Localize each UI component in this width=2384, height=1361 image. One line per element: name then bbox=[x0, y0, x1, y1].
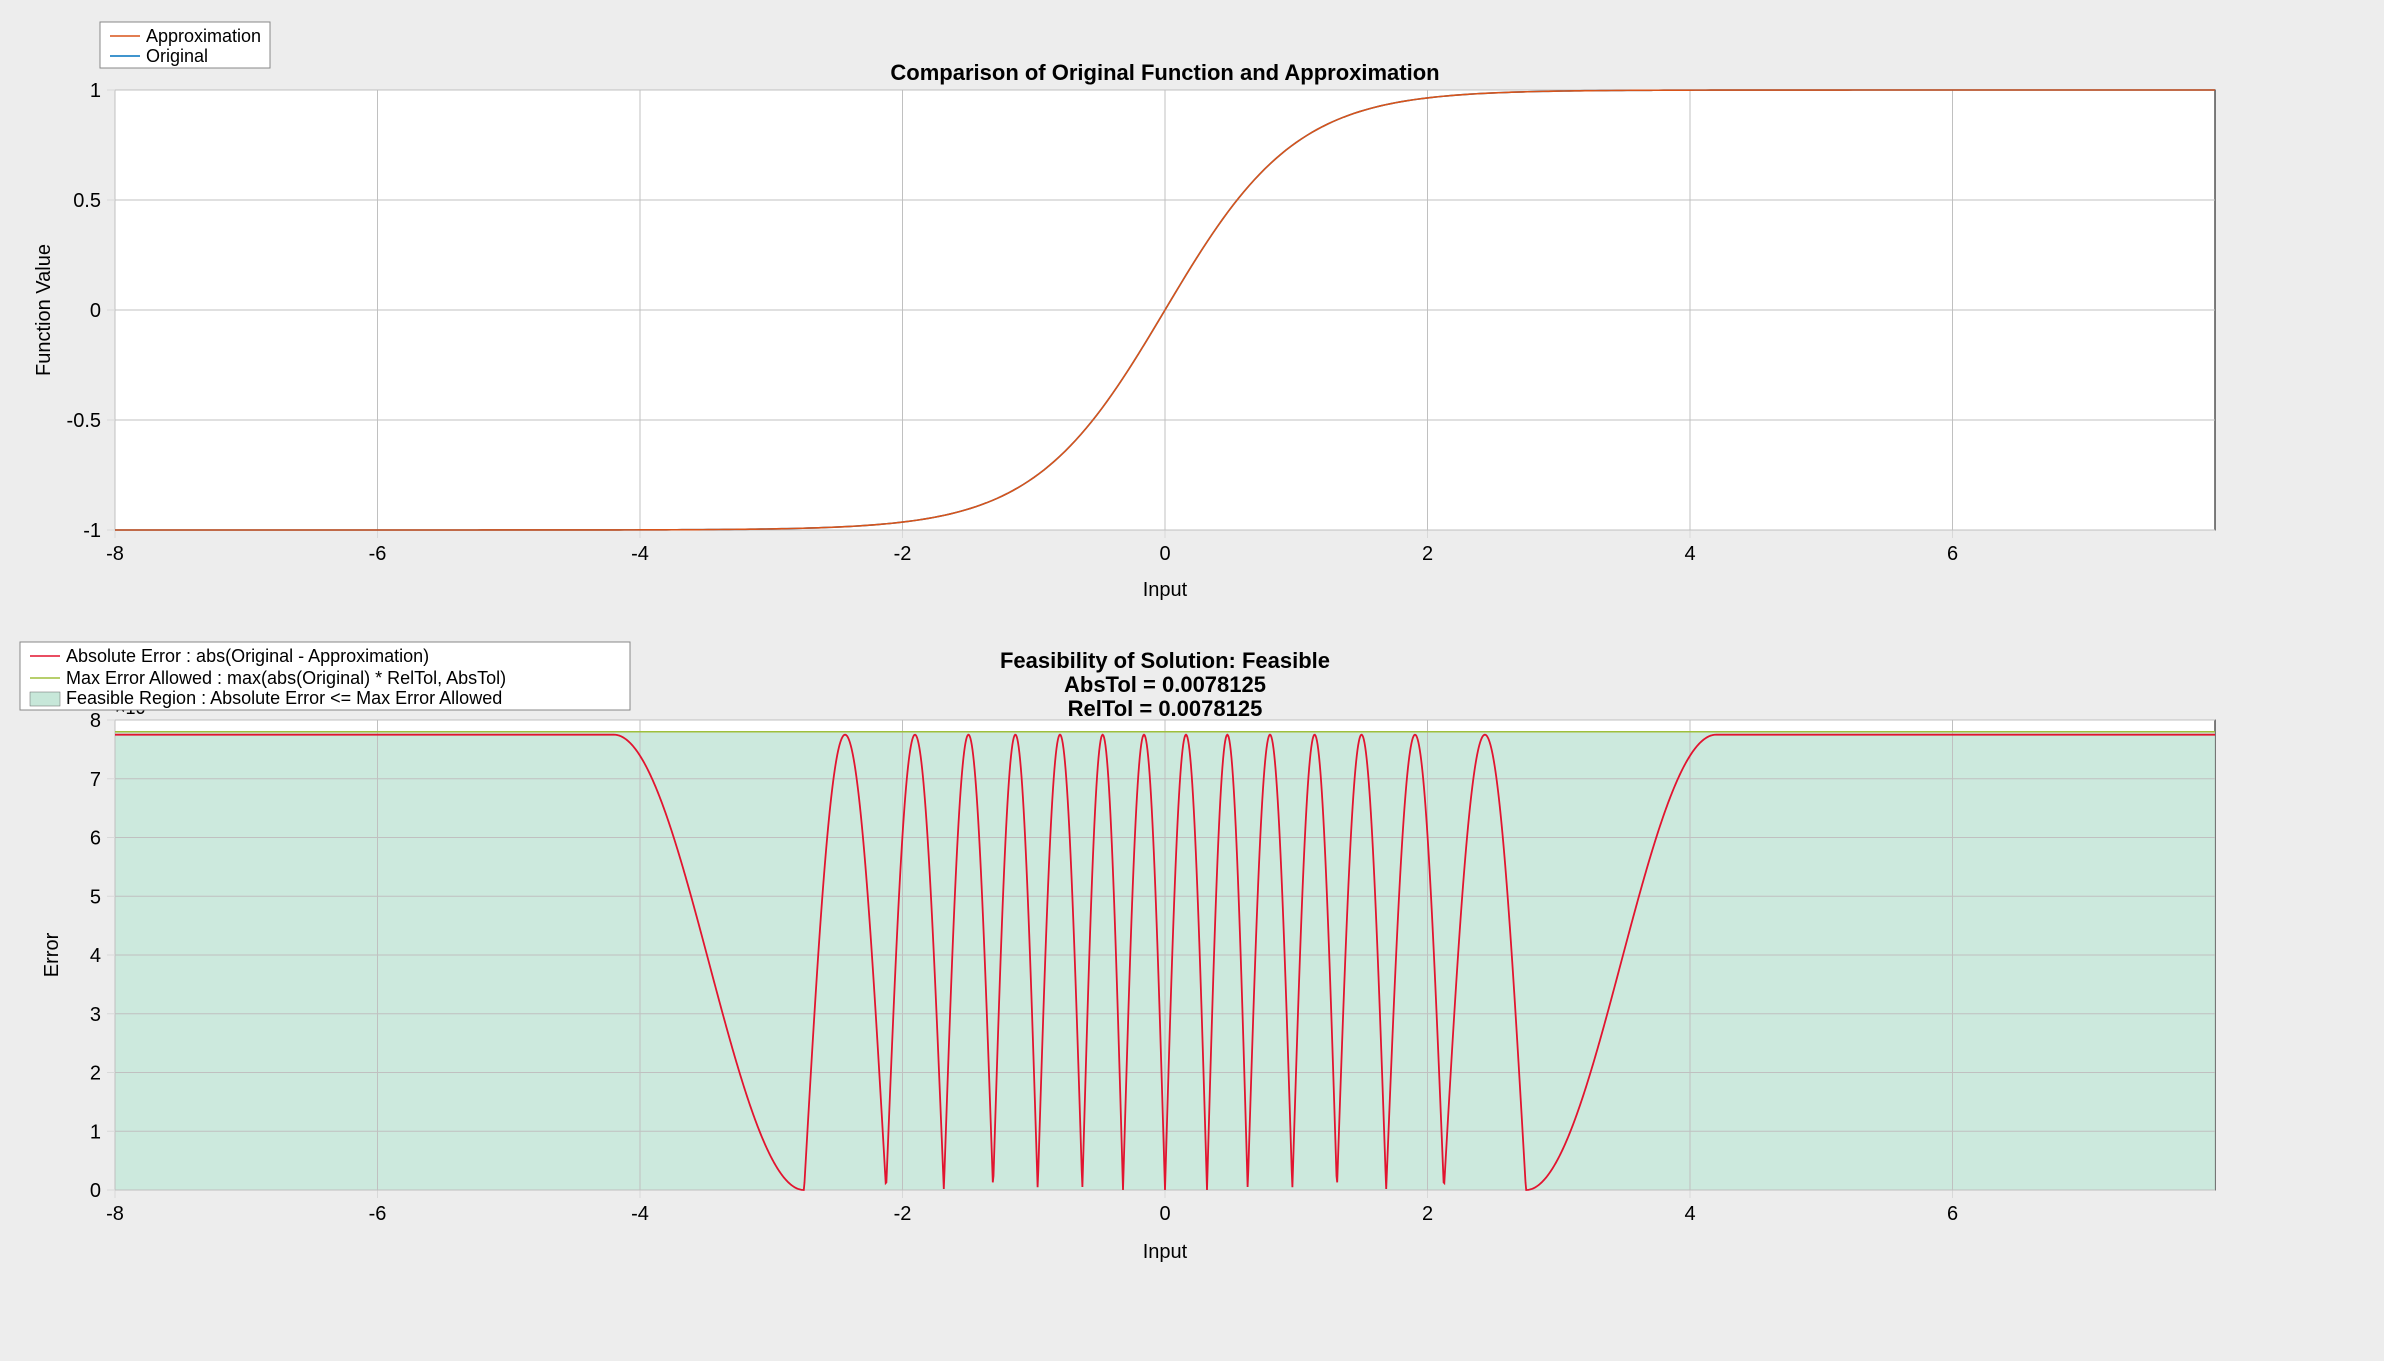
svg-text:6: 6 bbox=[1947, 1203, 1958, 1225]
svg-text:4: 4 bbox=[1684, 543, 1695, 565]
svg-text:2: 2 bbox=[1422, 1203, 1433, 1225]
svg-text:0: 0 bbox=[1159, 1203, 1170, 1225]
svg-text:-8: -8 bbox=[106, 1203, 124, 1225]
svg-text:4: 4 bbox=[1684, 1203, 1695, 1225]
top-xticklabels: -8 -6 -4 -2 0 2 4 6 bbox=[106, 543, 1958, 565]
svg-text:-6: -6 bbox=[369, 1203, 387, 1225]
bottom-xticklabels: -8 -6 -4 -2 0 2 4 6 bbox=[106, 1203, 1958, 1225]
svg-text:0: 0 bbox=[90, 300, 101, 322]
top-ylabel: Function Value bbox=[33, 244, 55, 376]
bottom-title-line3: RelTol = 0.0078125 bbox=[1068, 696, 1263, 721]
svg-text:-0.5: -0.5 bbox=[67, 410, 101, 432]
bottom-axes[interactable]: -8-6-4-20246 012345678 ×10-3 Feasibility… bbox=[41, 648, 2215, 1263]
svg-text:-2: -2 bbox=[894, 543, 912, 565]
legend-text-feasible: Feasible Region : Absolute Error <= Max … bbox=[66, 688, 502, 708]
svg-text:1: 1 bbox=[90, 80, 101, 102]
svg-text:6: 6 bbox=[1947, 543, 1958, 565]
bottom-title-line1: Feasibility of Solution: Feasible bbox=[1000, 648, 1330, 673]
legend-text-original: Original bbox=[146, 46, 208, 66]
top-yticklabels: -1 -0.5 0 0.5 1 bbox=[67, 80, 101, 542]
svg-text:-4: -4 bbox=[631, 543, 649, 565]
top-xlabel: Input bbox=[1143, 579, 1188, 601]
svg-text:2: 2 bbox=[1422, 543, 1433, 565]
legend-text-approximation: Approximation bbox=[146, 26, 261, 46]
legend-swatch-feasible bbox=[30, 692, 60, 706]
svg-text:-4: -4 bbox=[631, 1203, 649, 1225]
bottom-title-line2: AbsTol = 0.0078125 bbox=[1064, 672, 1266, 697]
svg-text:4: 4 bbox=[90, 945, 101, 967]
bottom-ylabel: Error bbox=[41, 932, 63, 977]
bottom-axes-panel: -8-6-4-20246 012345678 ×10-3 Feasibility… bbox=[0, 640, 2384, 1361]
svg-text:6: 6 bbox=[90, 828, 101, 850]
svg-text:-6: -6 bbox=[369, 543, 387, 565]
svg-text:1: 1 bbox=[90, 1121, 101, 1143]
svg-text:5: 5 bbox=[90, 886, 101, 908]
svg-text:0.5: 0.5 bbox=[73, 190, 101, 212]
top-axes-panel: -8 -6 -4 -2 0 2 4 6 -1 -0.5 0 0.5 1 Comparison of O… bbox=[0, 0, 2384, 640]
bottom-legend[interactable]: Absolute Error : abs(Original - Approxim… bbox=[20, 642, 630, 710]
svg-text:2: 2 bbox=[90, 1063, 101, 1085]
svg-text:-8: -8 bbox=[106, 543, 124, 565]
svg-text:0: 0 bbox=[1159, 543, 1170, 565]
top-axes[interactable]: -8 -6 -4 -2 0 2 4 6 -1 -0.5 0 0.5 1 Comparison of O… bbox=[33, 60, 2215, 601]
bottom-yticklabels: 0 1 2 3 4 5 6 7 8 bbox=[90, 710, 101, 1202]
top-title: Comparison of Original Function and Appr… bbox=[890, 60, 1439, 85]
legend-text-abserror: Absolute Error : abs(Original - Approxim… bbox=[66, 646, 429, 666]
top-legend[interactable]: Approximation Original bbox=[100, 22, 270, 68]
figure-container: -8 -6 -4 -2 0 2 4 6 -1 -0.5 0 0.5 1 Comparison of O… bbox=[0, 0, 2384, 1361]
legend-text-maxerror: Max Error Allowed : max(abs(Original) * … bbox=[66, 668, 506, 688]
svg-text:-1: -1 bbox=[83, 520, 101, 542]
bottom-xlabel: Input bbox=[1143, 1241, 1188, 1263]
svg-text:7: 7 bbox=[90, 769, 101, 791]
svg-text:-2: -2 bbox=[894, 1203, 912, 1225]
svg-text:3: 3 bbox=[90, 1004, 101, 1026]
svg-text:8: 8 bbox=[90, 710, 101, 732]
svg-text:0: 0 bbox=[90, 1180, 101, 1202]
